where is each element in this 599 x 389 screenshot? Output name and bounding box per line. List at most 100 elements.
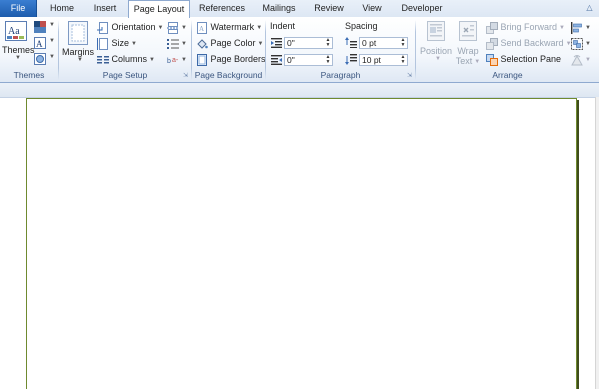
selection-pane-button[interactable]: Selection Pane: [486, 52, 561, 66]
chevron-down-icon: ▼: [435, 56, 441, 62]
bring-forward-label: Bring Forward: [500, 22, 558, 32]
bring-forward-button[interactable]: Bring Forward ▼: [486, 20, 565, 34]
chevron-down-icon: ▼: [181, 24, 187, 31]
indent-left-value: 0": [287, 38, 295, 48]
rotate-icon: [571, 54, 583, 66]
wrap-text-label-line1: Wrap: [457, 46, 479, 56]
hyphenation-button[interactable]: b a- ▼: [167, 52, 187, 66]
spinner-arrows-icon[interactable]: ▲ ▼: [325, 38, 331, 48]
group-themes: Aa Themes ▼ ▼ A ▼ ▼ Themes: [0, 17, 58, 82]
page-borders-button[interactable]: Page Borders: [196, 52, 266, 66]
rotate-button[interactable]: ▼: [571, 52, 591, 66]
theme-effects-button[interactable]: ▼: [33, 52, 55, 66]
document-page[interactable]: [26, 98, 577, 389]
tab-page-layout[interactable]: Page Layout: [128, 0, 190, 18]
dialog-launcher-icon[interactable]: ⇲: [182, 73, 189, 80]
margins-button[interactable]: Margins ▼: [61, 20, 95, 64]
wrap-text-label-line2-text: Text: [455, 56, 473, 66]
svg-text:b: b: [167, 58, 171, 65]
chevron-down-icon: ▼: [585, 56, 591, 63]
send-backward-icon: [486, 37, 498, 50]
tab-view[interactable]: View: [354, 0, 390, 17]
size-button[interactable]: Size ▼: [97, 36, 137, 50]
spinner-arrows-icon[interactable]: ▲ ▼: [400, 38, 406, 48]
word-window: File Home Insert Page Layout References …: [0, 0, 599, 389]
minimize-ribbon-icon[interactable]: △: [584, 2, 595, 13]
size-label: Size: [111, 38, 130, 48]
watermark-label: Watermark: [210, 22, 255, 32]
chevron-down-icon: ▼: [149, 56, 155, 63]
tab-file[interactable]: File: [0, 0, 37, 17]
margins-icon: [68, 21, 88, 45]
svg-text:Aa: Aa: [8, 26, 20, 37]
chevron-down-icon: ▼: [585, 40, 591, 47]
chevron-down-icon: ▼: [181, 56, 187, 63]
page-color-label: Page Color: [210, 38, 256, 48]
themes-icon: Aa: [5, 21, 27, 41]
chevron-down-icon: ▼: [257, 40, 264, 47]
tab-home[interactable]: Home: [42, 0, 82, 17]
group-objects-icon: [571, 37, 583, 50]
tab-review[interactable]: Review: [308, 0, 350, 17]
theme-colors-icon: [34, 21, 46, 33]
themes-button[interactable]: Aa Themes ▼: [2, 20, 35, 64]
wrap-text-button[interactable]: Wrap Text ▼: [454, 20, 482, 70]
columns-label: Columns: [111, 54, 148, 64]
chevron-down-icon: ▼: [181, 40, 187, 47]
group-label-arrange: Arrange: [492, 70, 523, 80]
dialog-launcher-icon[interactable]: ⇲: [406, 73, 413, 80]
tab-mailings[interactable]: Mailings: [254, 0, 304, 17]
document-area: [0, 83, 599, 389]
wrap-text-icon: [459, 21, 477, 41]
spacing-before-input[interactable]: 0 pt ▲ ▼: [359, 37, 408, 49]
align-button[interactable]: ▼: [571, 20, 591, 34]
columns-button[interactable]: Columns ▼: [97, 52, 155, 66]
indent-right-input[interactable]: 0" ▲ ▼: [284, 54, 333, 66]
chevron-down-icon: ▼: [77, 57, 83, 63]
orientation-button[interactable]: Orientation ▼: [97, 20, 164, 34]
tab-developer[interactable]: Developer: [394, 0, 450, 17]
indent-header: Indent: [270, 21, 296, 31]
send-backward-button[interactable]: Send Backward ▼: [486, 36, 572, 50]
ruler-strip: [0, 83, 599, 98]
chevron-down-icon: ▼: [49, 54, 55, 60]
page-borders-icon: [197, 53, 207, 66]
columns-icon: [97, 55, 109, 64]
send-backward-label: Send Backward: [500, 38, 564, 48]
watermark-button[interactable]: A Watermark ▼: [196, 20, 262, 34]
theme-colors-button[interactable]: ▼: [33, 20, 55, 34]
ribbon: Aa Themes ▼ ▼ A ▼ ▼ Themes Margins ▼ Ori…: [0, 17, 599, 83]
selection-pane-icon: [486, 53, 498, 66]
breaks-button[interactable]: ▼: [167, 20, 187, 34]
bring-forward-icon: [486, 21, 498, 34]
orientation-label: Orientation: [111, 22, 156, 32]
page-borders-label: Page Borders: [210, 54, 266, 64]
indent-right-value: 0": [287, 55, 295, 65]
watermark-icon: A: [197, 21, 207, 34]
theme-effects-icon: [34, 53, 46, 65]
spacing-after-input[interactable]: 10 pt ▲ ▼: [359, 54, 408, 66]
chevron-down-icon: ▼: [559, 24, 565, 31]
svg-text:A: A: [36, 39, 43, 49]
theme-fonts-icon: A: [34, 37, 46, 49]
tab-insert[interactable]: Insert: [84, 0, 126, 17]
chevron-down-icon: ▼: [15, 55, 21, 61]
spinner-arrows-icon[interactable]: ▲ ▼: [325, 55, 331, 65]
theme-fonts-button[interactable]: A ▼: [33, 36, 55, 50]
tab-references[interactable]: References: [193, 0, 251, 17]
indent-left-input[interactable]: 0" ▲ ▼: [284, 37, 333, 49]
position-button[interactable]: Position ▼: [419, 20, 453, 66]
vertical-scrollbar-edge[interactable]: [595, 97, 599, 389]
selection-pane-label: Selection Pane: [500, 54, 562, 64]
group-label-paragraph: Paragraph: [320, 70, 361, 80]
line-numbers-button[interactable]: ▼: [167, 36, 187, 50]
size-icon: [97, 37, 108, 50]
group-arrange: Position ▼ Wrap Text ▼ Bring Forward ▼ S…: [416, 17, 599, 82]
svg-text:A: A: [199, 25, 204, 33]
themes-label: Themes: [2, 45, 35, 55]
page-color-button[interactable]: Page Color ▼: [196, 36, 264, 50]
breaks-icon: [167, 21, 179, 34]
spinner-arrows-icon[interactable]: ▲ ▼: [400, 55, 406, 65]
group-page-background: A Watermark ▼ Page Color ▼ Page Borders Pa…: [192, 17, 266, 82]
group-objects-button[interactable]: ▼: [571, 36, 591, 50]
